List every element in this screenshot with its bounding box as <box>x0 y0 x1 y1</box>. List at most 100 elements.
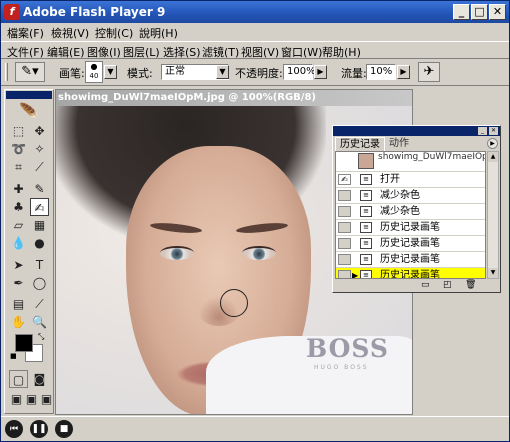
eyedropper-tool-icon[interactable]: ⟋ <box>30 295 49 313</box>
delete-state-icon[interactable]: 🗑 <box>465 280 476 290</box>
window-title: Adobe Flash Player 9 <box>23 5 166 19</box>
history-brush-tool-icon[interactable]: ✎▾ <box>15 62 45 82</box>
history-step-icon: ≡ <box>360 254 372 265</box>
opacity-dropdown-arrow[interactable]: ▶ <box>314 65 327 79</box>
path-selection-icon[interactable]: ➤ <box>9 256 28 274</box>
tab-history[interactable]: 历史记录 <box>335 137 385 151</box>
move-tool-icon[interactable]: ✥ <box>30 122 49 140</box>
eraser-tool-icon[interactable]: ▱ <box>9 216 28 234</box>
brush-tool-icon[interactable]: ✎ <box>30 180 49 198</box>
history-item[interactable]: ≡ 历史记录画笔 <box>336 252 485 268</box>
marquee-tool-icon[interactable]: ⬚ <box>9 122 28 140</box>
flow-dropdown-arrow[interactable]: ▶ <box>397 65 410 79</box>
stop-icon[interactable]: ■ <box>55 420 73 438</box>
notes-tool-icon[interactable]: ▤ <box>9 295 28 313</box>
default-colors-icon[interactable]: ■ <box>10 352 17 360</box>
toolbox-header[interactable] <box>6 91 52 99</box>
menu-control[interactable]: 控制(C) <box>95 25 133 41</box>
menu-help[interactable]: 說明(H) <box>139 25 178 41</box>
history-source-checkbox[interactable] <box>338 270 351 278</box>
panel-menu-icon[interactable]: ▶ <box>487 138 498 149</box>
grip-handle[interactable] <box>5 63 8 81</box>
history-source-checkbox[interactable]: ✍ <box>338 174 351 185</box>
history-footer: ▭ ◰ 🗑 <box>333 279 500 292</box>
history-source-checkbox[interactable] <box>338 222 351 233</box>
history-source-checkbox[interactable] <box>338 206 351 217</box>
history-scrollbar[interactable]: ▲ ▼ <box>487 151 499 279</box>
history-snapshot[interactable]: showimg_DuWl7maeIOpM... <box>336 152 485 172</box>
player-control-bar: ⏮ ❚❚ ■ <box>1 416 509 441</box>
history-item[interactable]: ≡ 减少杂色 <box>336 204 485 220</box>
lasso-tool-icon[interactable]: ➰ <box>9 140 28 158</box>
history-item[interactable]: ✍ ≡ 打开 <box>336 172 485 188</box>
photo-right-eye <box>242 246 276 260</box>
back-icon[interactable]: ⏮ <box>5 420 23 438</box>
swap-colors-icon[interactable]: ⤡ <box>38 332 44 342</box>
mode-dropdown-arrow[interactable]: ▼ <box>216 65 229 79</box>
snapshot-label: showimg_DuWl7maeIOpM... <box>378 152 485 162</box>
menu-view[interactable]: 檢視(V) <box>51 25 89 41</box>
options-bar: ✎▾ 画笔: ● 40 ▼ 模式: 正常 ▼ 不透明度: 100% ▶ 流量: … <box>1 58 509 86</box>
tab-actions[interactable]: 动作 <box>385 137 413 151</box>
scroll-up-icon[interactable]: ▲ <box>488 152 498 162</box>
brush-label: 画笔: <box>59 67 85 80</box>
quick-mask-icon[interactable]: ◙ <box>30 370 49 388</box>
history-brush-icon[interactable]: ✍ <box>30 198 49 216</box>
maximize-button[interactable]: □ <box>471 4 488 20</box>
scroll-down-icon[interactable]: ▼ <box>488 268 498 278</box>
history-item[interactable]: ≡ 历史记录画笔 <box>336 236 485 252</box>
blur-tool-icon[interactable]: 💧 <box>9 234 28 252</box>
slice-tool-icon[interactable]: ⟋ <box>30 158 49 176</box>
airbrush-icon[interactable]: ✈ <box>418 62 440 82</box>
document-title[interactable]: showimg_DuWl7maeIOpM.jpg @ 100%(RGB/8) <box>56 90 412 106</box>
healing-brush-icon[interactable]: ✚ <box>9 180 28 198</box>
history-source-checkbox[interactable] <box>338 238 351 249</box>
snapshot-thumbnail-icon <box>358 153 374 169</box>
foreground-color-swatch[interactable] <box>15 334 33 352</box>
minimize-button[interactable]: _ <box>453 4 470 20</box>
close-button[interactable]: ✕ <box>489 4 506 20</box>
history-item[interactable]: ▶ ≡ 历史记录画笔 <box>336 268 485 278</box>
history-source-checkbox[interactable] <box>338 254 351 265</box>
magic-wand-tool-icon[interactable]: ✧ <box>30 140 49 158</box>
history-item-label: 历史记录画笔 <box>380 254 440 265</box>
panel-close-button[interactable]: ✕ <box>489 127 498 135</box>
new-document-from-state-icon[interactable]: ▭ <box>421 280 430 290</box>
opacity-input[interactable]: 100% <box>283 64 316 80</box>
mode-value: 正常 <box>165 66 185 77</box>
boss-watermark: BOSS <box>306 334 389 363</box>
history-item[interactable]: ≡ 历史记录画笔 <box>336 220 485 236</box>
screen-mode-full-icon[interactable]: ▣ <box>37 390 56 408</box>
history-source-checkbox[interactable] <box>338 190 351 201</box>
brush-size-value: 40 <box>89 72 99 80</box>
panel-minimize-button[interactable]: _ <box>478 127 487 135</box>
history-item-label: 减少杂色 <box>380 190 420 201</box>
gradient-tool-icon[interactable]: ▦ <box>30 216 49 234</box>
history-step-icon: ≡ <box>360 174 372 185</box>
history-item[interactable]: ≡ 减少杂色 <box>336 188 485 204</box>
boss-subtitle: HUGO BOSS <box>314 364 369 371</box>
menu-file[interactable]: 檔案(F) <box>7 25 44 41</box>
hand-tool-icon[interactable]: ✋ <box>9 313 28 331</box>
brush-preset-picker[interactable]: ● 40 <box>85 61 103 83</box>
shape-tool-icon[interactable]: ◯ <box>30 274 49 292</box>
photo-left-eye <box>160 246 194 260</box>
type-tool-icon[interactable]: T <box>30 256 49 274</box>
dodge-tool-icon[interactable]: ● <box>30 234 49 252</box>
history-state-slider-icon[interactable]: ▶ <box>352 268 358 278</box>
zoom-tool-icon[interactable]: 🔍 <box>30 313 49 331</box>
title-bar[interactable]: f Adobe Flash Player 9 _ □ ✕ <box>1 1 509 23</box>
history-panel-header[interactable]: _ ✕ <box>333 126 500 136</box>
standard-mode-icon[interactable]: ▢ <box>9 370 28 388</box>
pause-icon[interactable]: ❚❚ <box>30 420 48 438</box>
new-snapshot-icon[interactable]: ◰ <box>443 280 452 290</box>
brush-dropdown-arrow[interactable]: ▼ <box>104 65 117 79</box>
clone-stamp-icon[interactable]: ♣ <box>9 198 28 216</box>
flow-input[interactable]: 10% <box>366 64 396 80</box>
photo-left-brow <box>149 221 203 235</box>
history-step-icon: ≡ <box>360 206 372 217</box>
crop-tool-icon[interactable]: ⌗ <box>9 158 28 176</box>
flow-label: 流量: <box>341 67 367 80</box>
toolbox: 🪶 ⬚ ✥ ➰ ✧ ⌗ ⟋ ✚ ✎ ♣ ✍ ▱ ▦ 💧 ● ➤ T ✒ ◯ ▤ … <box>4 89 54 414</box>
pen-tool-icon[interactable]: ✒ <box>9 274 28 292</box>
